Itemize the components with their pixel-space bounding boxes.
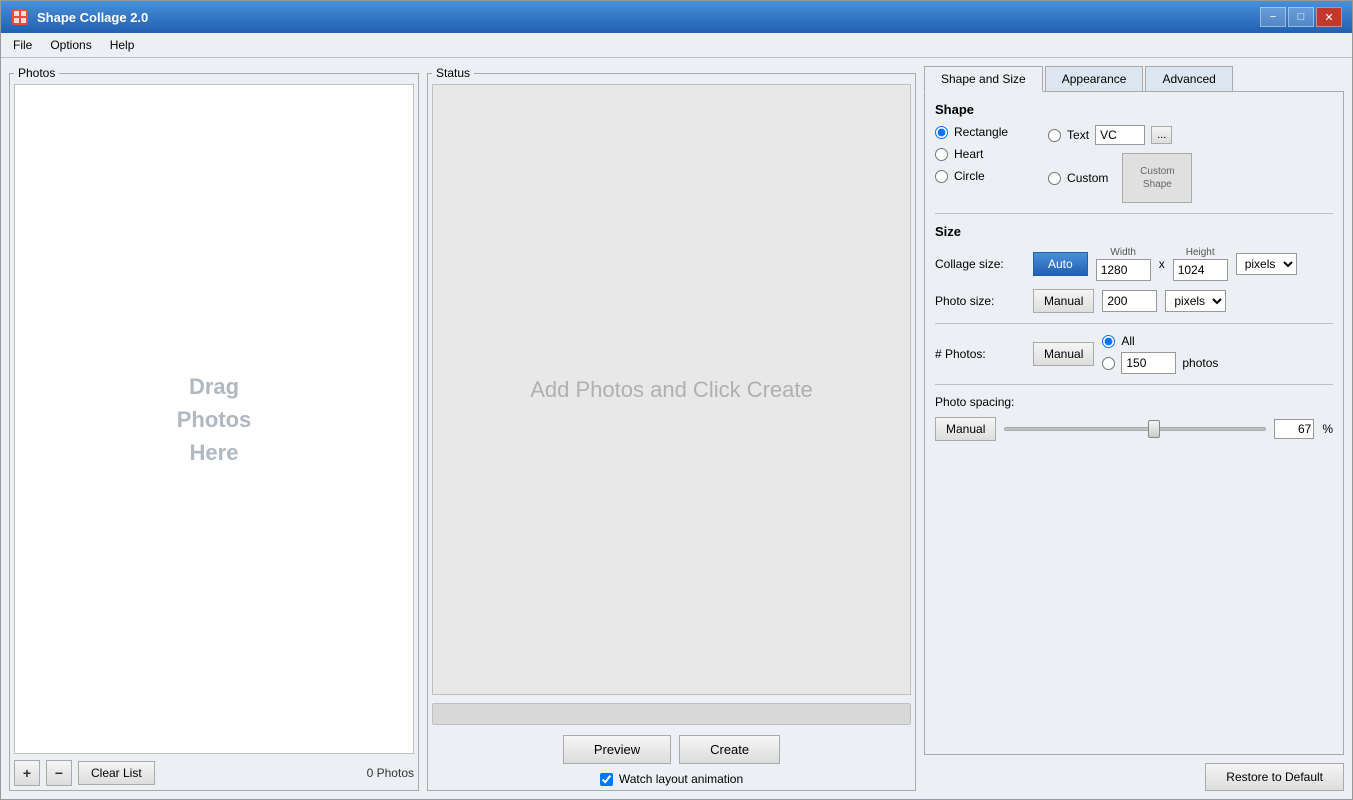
photo-size-manual-button[interactable]: Manual xyxy=(1033,289,1094,313)
drag-photos-text: Drag Photos Here xyxy=(177,370,252,469)
heart-radio[interactable] xyxy=(935,148,948,161)
shape-radio-group-right: Text ... Custom CustomShape xyxy=(1048,125,1192,203)
custom-label: Custom xyxy=(1067,171,1108,185)
height-label: Height xyxy=(1186,247,1215,258)
clear-list-button[interactable]: Clear List xyxy=(78,761,155,785)
progress-bar xyxy=(432,703,911,725)
status-panel: Status Add Photos and Click Create Previ… xyxy=(427,66,916,791)
action-buttons: Preview Create xyxy=(432,735,911,764)
heart-option[interactable]: Heart xyxy=(935,147,1008,161)
tab-content-shape-size: Shape Rectangle Heart Circle xyxy=(924,92,1344,755)
preview-button[interactable]: Preview xyxy=(563,735,671,764)
shape-section-title: Shape xyxy=(935,102,1333,117)
circle-radio[interactable] xyxy=(935,170,948,183)
text-radio[interactable] xyxy=(1048,129,1061,142)
all-photos-radio[interactable] xyxy=(1102,335,1115,348)
spacing-slider-container xyxy=(1004,420,1266,438)
menu-help[interactable]: Help xyxy=(102,35,143,55)
watch-animation-row: Watch layout animation xyxy=(432,772,911,786)
spacing-slider-thumb[interactable] xyxy=(1148,420,1160,438)
divider-3 xyxy=(935,384,1333,385)
photo-count: 0 Photos xyxy=(367,766,414,780)
restore-button[interactable]: □ xyxy=(1288,7,1314,27)
divider-1 xyxy=(935,213,1333,214)
remove-photo-button[interactable]: − xyxy=(46,760,72,786)
circle-label: Circle xyxy=(954,169,985,183)
tab-bar: Shape and Size Appearance Advanced xyxy=(924,66,1344,92)
circle-option[interactable]: Circle xyxy=(935,169,1008,183)
rectangle-label: Rectangle xyxy=(954,125,1008,139)
num-photos-row: # Photos: Manual All photos xyxy=(935,334,1333,374)
menu-options[interactable]: Options xyxy=(42,35,99,55)
right-footer: Restore to Default xyxy=(924,755,1344,791)
rectangle-option[interactable]: Rectangle xyxy=(935,125,1008,139)
x-label: x xyxy=(1159,257,1165,271)
photos-footer: + − Clear List 0 Photos xyxy=(14,760,414,786)
status-panel-label: Status xyxy=(432,66,474,80)
shape-radio-group-left: Rectangle Heart Circle xyxy=(935,125,1008,203)
watch-animation-checkbox[interactable] xyxy=(600,773,613,786)
percent-label: % xyxy=(1322,422,1333,436)
menu-bar: File Options Help xyxy=(1,33,1352,58)
photo-size-label: Photo size: xyxy=(935,294,1025,308)
custom-shape-button[interactable]: CustomShape xyxy=(1122,153,1192,203)
restore-default-button[interactable]: Restore to Default xyxy=(1205,763,1344,791)
browse-button[interactable]: ... xyxy=(1151,126,1172,144)
collage-size-row: Collage size: Auto Width x Height pixels xyxy=(935,247,1333,281)
status-placeholder: Add Photos and Click Create xyxy=(530,377,813,403)
all-photos-option[interactable]: All xyxy=(1102,334,1218,348)
photos-panel-label: Photos xyxy=(14,66,59,80)
right-panel: Shape and Size Appearance Advanced Shape… xyxy=(924,66,1344,791)
spacing-controls-row: Manual % xyxy=(935,417,1333,441)
tab-shape-size[interactable]: Shape and Size xyxy=(924,66,1043,92)
main-content: Photos Drag Photos Here + − Clear List 0… xyxy=(1,58,1352,799)
size-section-title: Size xyxy=(935,224,1333,239)
photo-size-input[interactable] xyxy=(1102,290,1157,312)
create-button[interactable]: Create xyxy=(679,735,780,764)
title-bar: Shape Collage 2.0 − □ ✕ xyxy=(1,1,1352,33)
photos-panel: Photos Drag Photos Here + − Clear List 0… xyxy=(9,66,419,791)
count-photos-radio[interactable] xyxy=(1102,357,1115,370)
add-photo-button[interactable]: + xyxy=(14,760,40,786)
window-title: Shape Collage 2.0 xyxy=(37,10,148,25)
photos-list[interactable]: Drag Photos Here xyxy=(14,84,414,754)
tab-advanced[interactable]: Advanced xyxy=(1145,66,1232,91)
text-value-input[interactable] xyxy=(1095,125,1145,145)
spacing-value-input[interactable] xyxy=(1274,419,1314,439)
width-label: Width xyxy=(1110,247,1136,258)
photo-size-row: Photo size: Manual pixels xyxy=(935,289,1333,313)
minimize-button[interactable]: − xyxy=(1260,7,1286,27)
height-input[interactable] xyxy=(1173,259,1228,281)
watch-animation-label: Watch layout animation xyxy=(619,772,743,786)
spacing-slider-track xyxy=(1004,427,1266,431)
menu-file[interactable]: File xyxy=(5,35,40,55)
window-controls: − □ ✕ xyxy=(1260,7,1342,27)
close-button[interactable]: ✕ xyxy=(1316,7,1342,27)
photos-count-input[interactable] xyxy=(1121,352,1176,374)
custom-radio[interactable] xyxy=(1048,172,1061,185)
unit-select[interactable]: pixels xyxy=(1236,253,1297,275)
photos-count-label: photos xyxy=(1182,356,1218,370)
divider-2 xyxy=(935,323,1333,324)
heart-label: Heart xyxy=(954,147,983,161)
spacing-manual-button[interactable]: Manual xyxy=(935,417,996,441)
num-photos-manual-button[interactable]: Manual xyxy=(1033,342,1094,366)
auto-button[interactable]: Auto xyxy=(1033,252,1088,276)
text-label: Text xyxy=(1067,128,1089,142)
app-icon xyxy=(11,8,29,26)
rectangle-radio[interactable] xyxy=(935,126,948,139)
num-photos-label: # Photos: xyxy=(935,347,1025,361)
photo-unit-select[interactable]: pixels xyxy=(1165,290,1226,312)
custom-shape-row: Custom CustomShape xyxy=(1048,153,1192,203)
text-shape-row: Text ... xyxy=(1048,125,1192,145)
spacing-row: Photo spacing: xyxy=(935,395,1333,409)
tab-appearance[interactable]: Appearance xyxy=(1045,66,1144,91)
collage-size-label: Collage size: xyxy=(935,257,1025,271)
spacing-label: Photo spacing: xyxy=(935,395,1025,409)
status-canvas: Add Photos and Click Create xyxy=(432,84,911,695)
all-photos-label: All xyxy=(1121,334,1134,348)
width-input[interactable] xyxy=(1096,259,1151,281)
